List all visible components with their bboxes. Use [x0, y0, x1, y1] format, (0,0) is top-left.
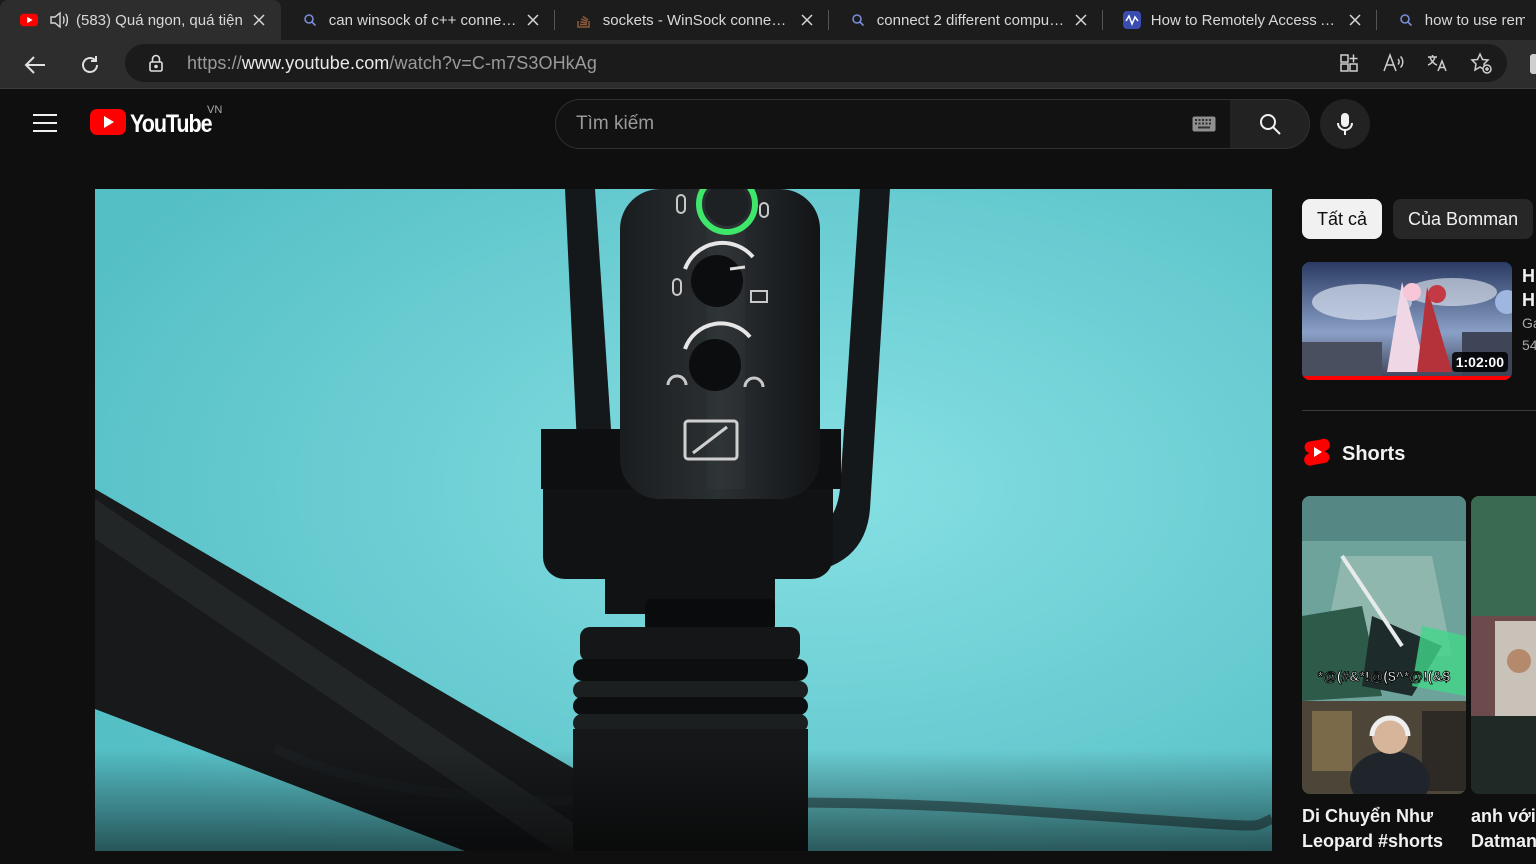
video-player[interactable] [95, 189, 1272, 851]
watch-progress-bar [1302, 376, 1512, 380]
browser-tab-search-1[interactable]: can winsock of c++ connect 2 [281, 0, 555, 40]
voice-search-button[interactable] [1320, 99, 1370, 149]
translate-icon[interactable] [1425, 52, 1449, 74]
speaker-icon[interactable] [48, 9, 70, 31]
recommended-video-meta: H H Ga 54 [1522, 264, 1536, 356]
channel-name[interactable]: Ga [1522, 312, 1536, 334]
youtube-masthead: YouTube VN [0, 89, 1536, 161]
search-icon [1397, 11, 1415, 29]
lock-icon[interactable] [147, 53, 167, 73]
url-scheme: https:// [187, 52, 242, 73]
youtube-play-icon [90, 109, 126, 140]
shorts-overlay-text: *@(#&*!@($^*@!(&$ [1318, 668, 1451, 684]
shorts-title: Shorts [1342, 443, 1406, 465]
tab-title: How to Remotely Access And [1150, 11, 1339, 29]
search-icon [301, 11, 319, 29]
stackoverflow-icon [575, 11, 593, 29]
tab-title: can winsock of c++ connect 2 [328, 11, 517, 29]
browser-tab-strip: (583) Quá ngon, quá tiện can winsock of … [0, 0, 1536, 40]
close-tab-icon[interactable] [1345, 10, 1365, 30]
close-tab-icon[interactable] [523, 10, 543, 30]
search-icon [849, 11, 867, 29]
browser-tab-youtube[interactable]: (583) Quá ngon, quá tiện [0, 0, 281, 40]
shorts-item-title[interactable]: Di Chuyển Như Leopard #shorts [1302, 804, 1477, 854]
browser-tab-search-3[interactable]: how to use remo [1377, 0, 1536, 40]
tab-title: how to use remo [1424, 11, 1525, 29]
read-aloud-icon[interactable] [1381, 52, 1405, 74]
chip-channel[interactable]: Của Bomman [1393, 199, 1534, 239]
shorts-item-title[interactable]: anh với Datmani [1471, 804, 1536, 854]
profile-icon[interactable] [1530, 54, 1536, 74]
microphone-icon [1337, 113, 1353, 135]
browser-toolbar: https://www.youtube.com/watch?v=C-m7S3OH… [0, 40, 1536, 89]
refresh-icon[interactable] [75, 50, 105, 80]
wave-icon [1122, 11, 1141, 29]
filter-chips: Tất cả Của Bomman [1302, 199, 1534, 239]
chip-all[interactable]: Tất cả [1302, 199, 1383, 239]
search-icon [1259, 114, 1281, 135]
video-title-line-2[interactable]: H [1522, 288, 1536, 312]
app-available-icon[interactable] [1337, 52, 1361, 74]
back-arrow-icon[interactable] [20, 50, 50, 80]
video-duration: 1:02:00 [1451, 352, 1508, 372]
close-tab-icon[interactable] [1071, 10, 1091, 30]
shorts-thumbnail [1471, 496, 1536, 794]
youtube-icon [20, 11, 38, 29]
menu-icon[interactable] [33, 113, 57, 133]
section-divider [1302, 410, 1536, 411]
close-tab-icon[interactable] [249, 10, 269, 30]
search-box [555, 99, 1231, 149]
country-code: VN [207, 104, 223, 116]
youtube-logo[interactable]: YouTube VN [90, 104, 225, 140]
search-button[interactable] [1230, 99, 1310, 149]
video-title-line-1[interactable]: H [1522, 264, 1536, 288]
tab-title: connect 2 different computer [876, 11, 1065, 29]
shorts-icon [1304, 438, 1330, 471]
video-frame [95, 189, 1272, 851]
youtube-wordmark: YouTube [130, 110, 213, 138]
address-bar[interactable]: https://www.youtube.com/watch?v=C-m7S3OH… [125, 44, 1507, 82]
add-favorite-icon[interactable] [1469, 52, 1493, 74]
browser-tab-remote-access[interactable]: How to Remotely Access And [1103, 0, 1377, 40]
browser-tab-stackoverflow[interactable]: sockets - WinSock connecting [555, 0, 829, 40]
shorts-item[interactable]: *@(#&*!@($^*@!(&$ [1302, 496, 1466, 794]
tab-title: sockets - WinSock connecting [602, 11, 791, 29]
url-path: /watch?v=C-m7S3OHkAg [389, 52, 597, 73]
search-input[interactable] [576, 113, 1156, 135]
shorts-thumbnail: *@(#&*!@($^*@!(&$ [1302, 496, 1466, 794]
url-text[interactable]: https://www.youtube.com/watch?v=C-m7S3OH… [187, 53, 597, 74]
browser-tab-search-2[interactable]: connect 2 different computer [829, 0, 1103, 40]
tab-title: (583) Quá ngon, quá tiện [76, 11, 243, 29]
url-host: www.youtube.com [241, 52, 390, 73]
shorts-item[interactable] [1471, 496, 1536, 794]
watch-progress-fill [1302, 376, 1512, 380]
keyboard-icon[interactable] [1192, 116, 1216, 132]
video-thumbnail[interactable]: 1:02:00 [1302, 262, 1512, 380]
recommended-video[interactable]: 1:02:00 H H Ga 54 [1302, 262, 1536, 382]
close-tab-icon[interactable] [797, 10, 817, 30]
view-count: 54 [1522, 337, 1536, 353]
shorts-heading: Shorts [1304, 438, 1405, 471]
